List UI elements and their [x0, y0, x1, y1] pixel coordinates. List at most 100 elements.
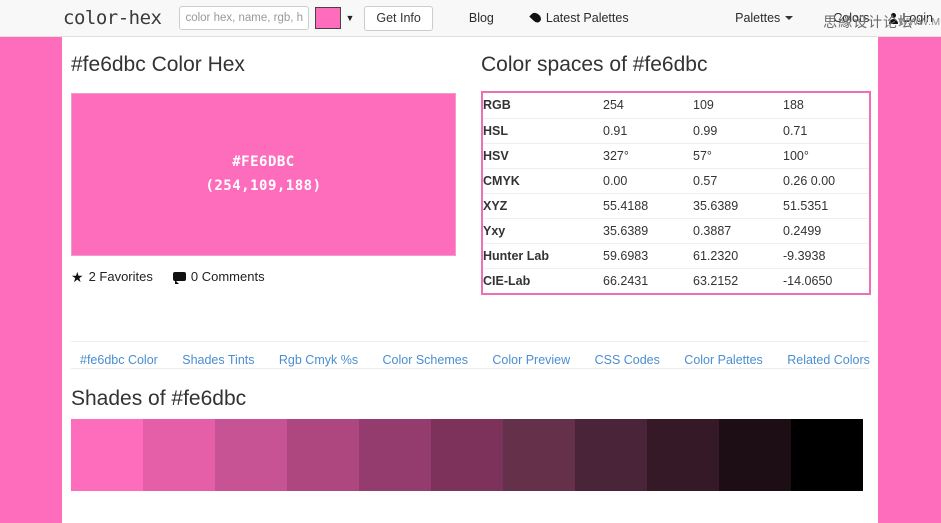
page-title: #fe6dbc Color Hex: [71, 53, 245, 76]
table-row: HSL 0.91 0.99 0.71: [483, 118, 869, 143]
star-icon: ★: [71, 268, 84, 285]
color-spaces-table-wrapper: RGB 254 109 188 HSL 0.91 0.99 0.71 HSV 327° 57° 100…: [481, 91, 871, 295]
color-space-value-1: 0.91: [603, 123, 628, 138]
color-space-value-2: 35.6389: [693, 198, 739, 213]
sub-navigation: #fe6dbc Color Shades Tints Rgb Cmyk %s Colo…: [80, 353, 870, 367]
color-space-value-1: 66.2431: [603, 273, 649, 288]
shades-title: Shades of #fe6dbc: [71, 387, 247, 410]
color-rgb-label: (254,109,188): [205, 177, 322, 194]
color-space-value-3: 188: [783, 98, 804, 113]
color-space-value-3: 0.2499: [783, 223, 822, 238]
color-space-value-2: 57°: [693, 148, 712, 163]
color-space-value-2: 109: [693, 98, 714, 113]
color-hex-label: #FE6DBC: [232, 154, 295, 171]
favorites-stat[interactable]: ★ 2 Favorites: [71, 269, 153, 284]
color-preview-box[interactable]: #FE6DBC (254,109,188): [71, 93, 456, 256]
get-info-button[interactable]: Get Info: [364, 5, 433, 31]
right-column: Color spaces of #fe6dbc RGB 254 109 188 HSL 0…: [481, 53, 871, 295]
shade-swatch-4[interactable]: [359, 419, 431, 491]
color-space-name: HSV: [483, 148, 509, 163]
search-input[interactable]: [179, 6, 310, 30]
color-space-value-2: 0.3887: [693, 223, 732, 238]
nav-item-colors[interactable]: Colors: [833, 11, 869, 25]
shade-swatch-7[interactable]: [575, 419, 647, 491]
comment-bubble-icon: [172, 272, 186, 284]
nav-item-latest-palettes[interactable]: Latest Palettes: [529, 10, 629, 25]
color-space-value-3: -9.3938: [783, 248, 826, 263]
color-space-name: HSL: [483, 123, 508, 138]
color-space-value-1: 327°: [603, 148, 629, 163]
comments-stat[interactable]: 0 Comments: [172, 269, 265, 284]
subnav-link-6[interactable]: Color Palettes: [684, 353, 763, 367]
subnav-link-5[interactable]: CSS Codes: [595, 353, 660, 367]
nav-item-login-label: Login: [902, 11, 933, 25]
shade-swatch-5[interactable]: [431, 419, 503, 491]
header-right-nav: Palettes Colors Login 思緣设计论坛 WWW.MISSYUA…: [735, 11, 941, 30]
shade-swatch-3[interactable]: [287, 419, 359, 491]
color-space-value-2: 61.2320: [693, 248, 739, 263]
divider-top: [71, 341, 869, 342]
favorites-label: 2 Favorites: [88, 269, 153, 284]
nav-item-login[interactable]: Login: [889, 11, 933, 25]
table-row: RGB 254 109 188: [483, 93, 869, 118]
site-header: color-hex ▼ Get Info Blog Latest Palette…: [0, 0, 941, 37]
color-space-name: CMYK: [483, 173, 520, 188]
nav-item-blog[interactable]: Blog: [469, 11, 494, 25]
color-space-name: XYZ: [483, 198, 508, 213]
comments-label: 0 Comments: [190, 269, 265, 284]
table-row: HSV 327° 57° 100°: [483, 143, 869, 168]
color-spaces-table: RGB 254 109 188 HSL 0.91 0.99 0.71 HSV 327° 57° 100…: [483, 93, 869, 293]
subnav-link-4[interactable]: Color Preview: [492, 353, 570, 367]
shades-strip: [71, 419, 863, 491]
shade-swatch-2[interactable]: [215, 419, 287, 491]
color-space-value-1: 0.00: [603, 173, 628, 188]
color-space-value-2: 0.57: [693, 173, 718, 188]
table-row: Hunter Lab 59.6983 61.2320 -9.3938: [483, 243, 869, 268]
color-picker-swatch[interactable]: [315, 7, 342, 29]
table-row: Yxy 35.6389 0.3887 0.2499: [483, 218, 869, 243]
color-space-value-1: 55.4188: [603, 198, 649, 213]
color-space-value-3: 0.26 0.00: [783, 173, 836, 188]
color-space-value-1: 35.6389: [603, 223, 649, 238]
table-row: XYZ 55.4188 35.6389 51.5351: [483, 193, 869, 218]
color-space-value-2: 0.99: [693, 123, 718, 138]
shade-swatch-0[interactable]: [71, 419, 143, 491]
droplet-icon: [529, 10, 543, 24]
color-space-value-2: 63.2152: [693, 273, 739, 288]
color-space-value-3: 0.71: [783, 123, 808, 138]
user-icon: [889, 12, 899, 24]
color-space-value-3: 51.5351: [783, 198, 829, 213]
subnav-link-2[interactable]: Rgb Cmyk %s: [279, 353, 358, 367]
color-space-value-1: 254: [603, 98, 624, 113]
color-space-name: Yxy: [483, 223, 506, 238]
subnav-link-1[interactable]: Shades Tints: [182, 353, 254, 367]
meta-row: ★ 2 Favorites 0 Comments: [71, 269, 461, 284]
color-picker-dropdown[interactable]: ▼: [315, 6, 354, 30]
shade-swatch-6[interactable]: [503, 419, 575, 491]
shade-swatch-8[interactable]: [647, 419, 719, 491]
subnav-link-0[interactable]: #fe6dbc Color: [80, 353, 158, 367]
nav-item-palettes[interactable]: Palettes: [735, 11, 794, 25]
shade-swatch-9[interactable]: [719, 419, 791, 491]
site-logo[interactable]: color-hex: [63, 7, 162, 29]
content-container: #fe6dbc Color Hex #FE6DBC (254,109,188) …: [62, 37, 878, 523]
divider-bottom: [71, 368, 869, 369]
table-row: CMYK 0.00 0.57 0.26 0.00: [483, 168, 869, 193]
color-space-name: Hunter Lab: [483, 248, 549, 263]
shade-swatch-1[interactable]: [143, 419, 215, 491]
nav-item-palettes-label: Palettes: [735, 11, 781, 25]
nav-item-latest-palettes-label: Latest Palettes: [545, 11, 629, 25]
subnav-link-7[interactable]: Related Colors: [787, 353, 870, 367]
color-spaces-title: Color spaces of #fe6dbc: [481, 53, 708, 76]
subnav-link-3[interactable]: Color Schemes: [383, 353, 468, 367]
shade-swatch-10[interactable]: [791, 419, 863, 491]
color-space-value-3: 100°: [783, 148, 809, 163]
color-space-value-3: -14.0650: [783, 273, 833, 288]
left-column: #fe6dbc Color Hex #FE6DBC (254,109,188) …: [71, 53, 461, 284]
chevron-down-icon: [785, 16, 794, 20]
color-space-name: RGB: [483, 98, 511, 113]
chevron-down-icon[interactable]: ▼: [345, 13, 354, 23]
color-space-value-1: 59.6983: [603, 248, 649, 263]
color-space-name: CIE-Lab: [483, 273, 531, 288]
table-row: CIE-Lab 66.2431 63.2152 -14.0650: [483, 268, 869, 293]
